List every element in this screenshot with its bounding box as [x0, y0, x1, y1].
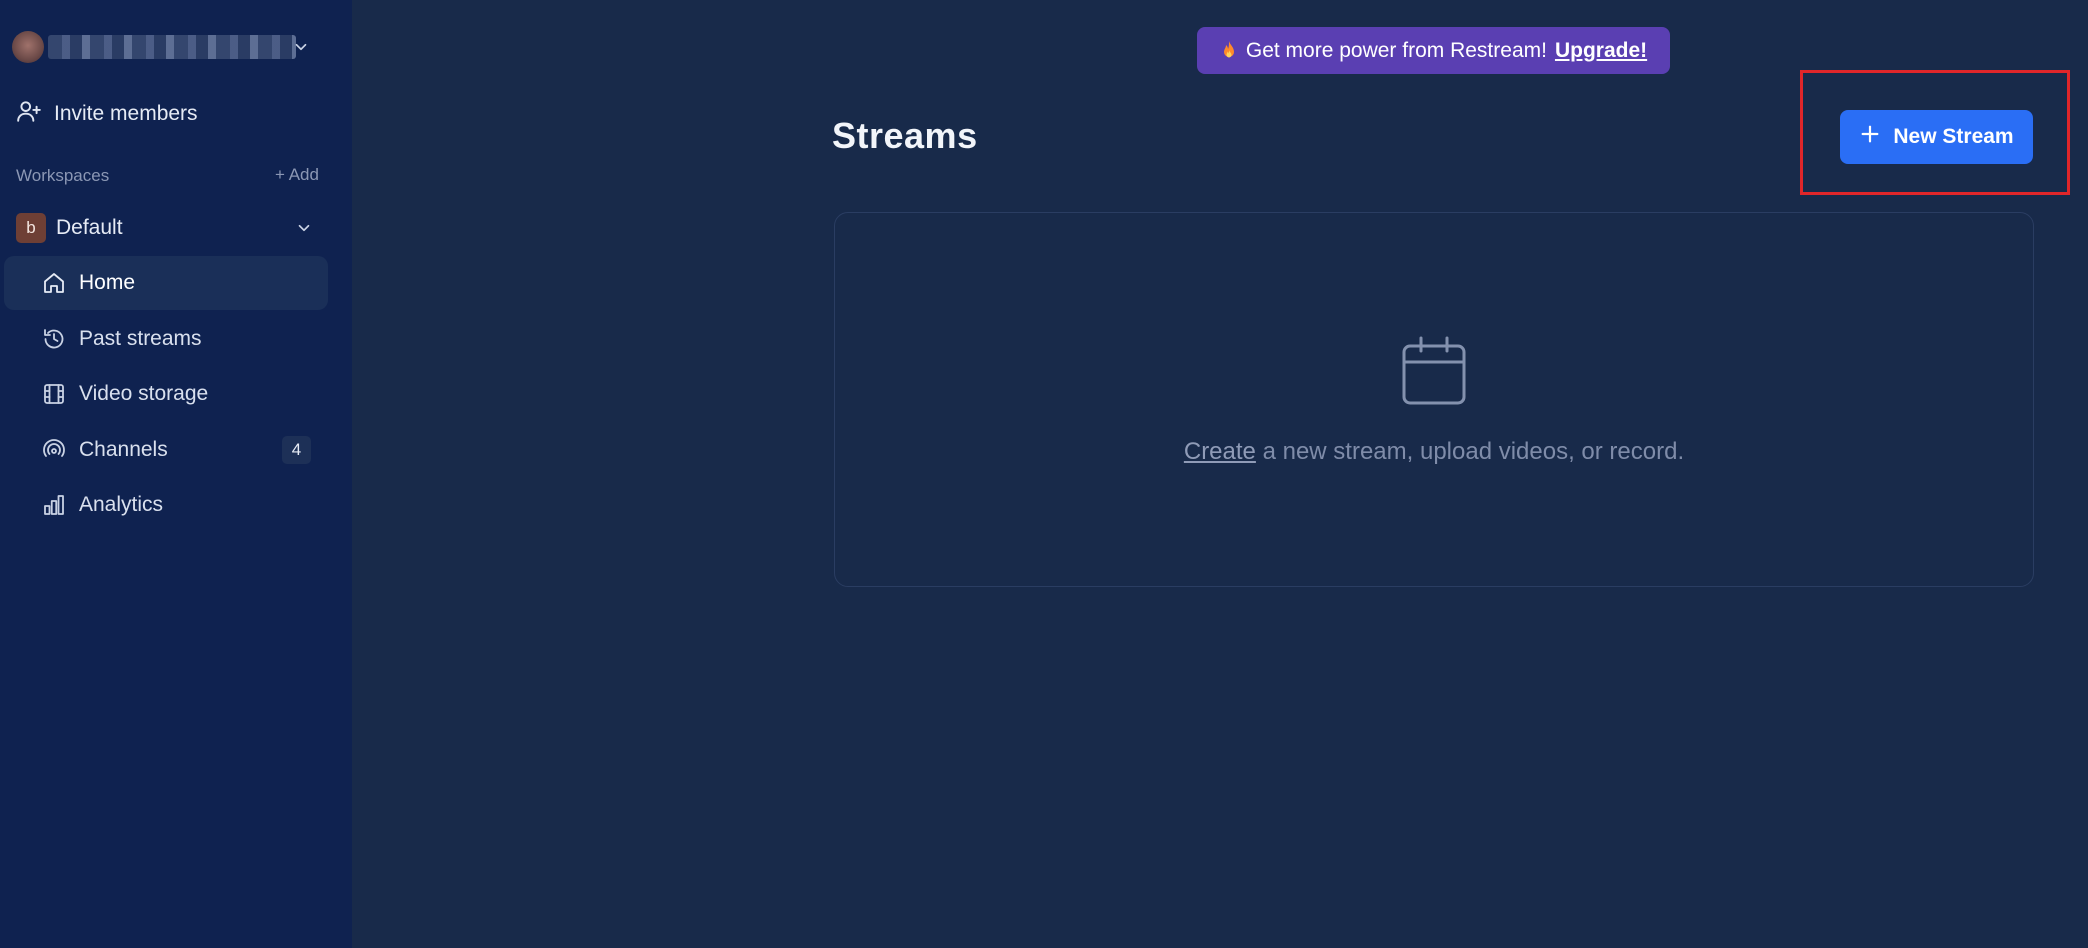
plus-icon: [1859, 123, 1881, 151]
sidebar-item-label: Video storage: [79, 382, 209, 406]
sidebar-nav: Home Past streams Video storage Channels: [4, 256, 328, 534]
channels-count-badge: 4: [282, 435, 311, 464]
home-icon: [42, 271, 66, 295]
sidebar-item-channels[interactable]: Channels 4: [4, 423, 328, 477]
create-stream-link[interactable]: Create: [1184, 438, 1256, 465]
page-title: Streams: [832, 115, 978, 156]
sidebar-item-label: Past streams: [79, 326, 202, 350]
new-stream-button[interactable]: New Stream: [1840, 110, 2033, 164]
broadcast-icon: [42, 438, 66, 462]
empty-state-text: a new stream, upload videos, or record.: [1255, 438, 1685, 465]
app-root: Invite members Workspaces + Add b Defaul…: [0, 0, 2088, 948]
sidebar-item-home[interactable]: Home: [4, 256, 328, 310]
chevron-down-icon: [292, 38, 310, 56]
user-plus-icon: [16, 98, 42, 130]
sidebar-item-label: Channels: [79, 437, 168, 461]
workspace-selector[interactable]: b Default: [16, 212, 326, 244]
add-workspace-button[interactable]: + Add: [275, 165, 319, 185]
empty-state-message: Create a new stream, upload videos, or r…: [835, 438, 2033, 466]
promo-text: Get more power from Restream!: [1245, 38, 1547, 62]
workspaces-heading: Workspaces: [16, 166, 110, 185]
new-stream-label: New Stream: [1893, 125, 2014, 148]
chevron-down-icon: [295, 219, 313, 237]
sidebar-item-video-storage[interactable]: Video storage: [4, 367, 328, 421]
sidebar-item-label: Home: [79, 271, 136, 294]
empty-state-card: Create a new stream, upload videos, or r…: [834, 212, 2034, 587]
bar-chart-icon: [42, 493, 66, 517]
account-name-redacted: [48, 35, 296, 59]
account-switcher[interactable]: [12, 30, 322, 64]
sidebar-item-label: Analytics: [79, 493, 164, 517]
invite-members-label: Invite members: [54, 102, 198, 125]
sidebar-item-analytics[interactable]: Analytics: [4, 478, 328, 532]
user-avatar: [12, 31, 44, 63]
fire-icon: [1220, 40, 1238, 62]
upgrade-promo-banner: Get more power from Restream! Upgrade!: [1197, 27, 1670, 74]
calendar-icon: [1401, 336, 1467, 406]
sidebar: Invite members Workspaces + Add b Defaul…: [0, 0, 352, 948]
workspace-badge: b: [16, 213, 46, 243]
clock-icon: [42, 327, 66, 351]
upgrade-link[interactable]: Upgrade!: [1555, 39, 1647, 63]
workspace-name: Default: [56, 216, 123, 239]
invite-members-button[interactable]: Invite members: [16, 98, 198, 130]
film-icon: [42, 382, 66, 406]
sidebar-item-past-streams[interactable]: Past streams: [4, 312, 328, 366]
